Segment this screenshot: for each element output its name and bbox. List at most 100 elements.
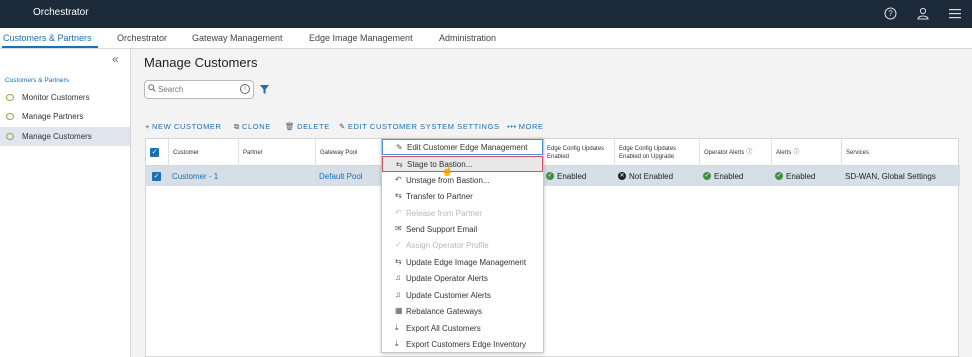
- sidebar-item-monitor-customers[interactable]: Monitor Customers: [0, 88, 130, 107]
- menu-item-label: Update Customer Alerts: [406, 290, 491, 300]
- operator-alerts-label: Operator Alerts: [704, 149, 745, 156]
- cell-customer-link[interactable]: Customer - 1: [168, 166, 238, 186]
- cell-edge-config: ✓ Enabled: [542, 166, 614, 186]
- customers-table: ✓ Customer Partner Gateway Pool Edge Con…: [145, 138, 960, 357]
- active-tab-indicator: [2, 46, 98, 48]
- menu-item-transfer-to-partner[interactable]: ⇆ Transfer to Partner: [382, 188, 543, 204]
- ellipsis-icon: •••: [507, 122, 517, 131]
- table-header: ✓ Customer Partner Gateway Pool Edge Con…: [146, 139, 960, 166]
- menu-item-edit-customer-edge-management[interactable]: ✎ Edit Customer Edge Management: [382, 139, 543, 155]
- menu-item-label: Update Edge Image Management: [406, 257, 527, 267]
- help-icon[interactable]: ?: [883, 6, 897, 20]
- check-circle-icon: ✓: [546, 172, 554, 180]
- menu-item-assign-operator-profile: ✓ Assign Operator Profile: [382, 237, 543, 253]
- more-button[interactable]: ••• MORE: [507, 122, 544, 131]
- header-customer[interactable]: Customer: [168, 139, 238, 166]
- sidebar-item-manage-partners[interactable]: Manage Partners: [0, 107, 130, 126]
- undo-icon: ↶: [395, 208, 402, 217]
- menu-item-update-customer-alerts[interactable]: ♫ Update Customer Alerts: [382, 287, 543, 303]
- tab-orchestrator[interactable]: Orchestrator: [117, 33, 167, 43]
- transfer-icon: ⇆: [396, 160, 403, 169]
- bell-icon: ♫: [395, 273, 401, 282]
- info-icon: ⓘ: [746, 149, 753, 156]
- download-icon: ⤓: [395, 339, 399, 348]
- cell-gateway-pool-link[interactable]: Default Pool: [315, 166, 380, 186]
- cell-alerts: ✓ Enabled: [771, 166, 841, 186]
- new-customer-label: NEW CUSTOMER: [151, 122, 222, 131]
- delete-button[interactable]: 🗑 DELETE: [285, 122, 330, 131]
- menu-item-export-customers-edge-inventory[interactable]: ⤓ Export Customers Edge Inventory: [382, 336, 543, 352]
- menu-item-label: Transfer to Partner: [406, 191, 473, 201]
- header-gateway-pool[interactable]: Gateway Pool: [315, 139, 380, 166]
- alerts-label: Alerts: [776, 149, 792, 156]
- header-partner[interactable]: Partner: [238, 139, 315, 166]
- top-bar: Orchestrator ?: [0, 0, 972, 28]
- main-content: Manage Customers i +NEW CUSTOMER ⧉CLONE …: [131, 49, 972, 357]
- menu-item-send-support-email[interactable]: ✉ Send Support Email: [382, 221, 543, 237]
- svg-text:?: ?: [888, 9, 893, 18]
- menu-item-rebalance-gateways[interactable]: ▦ Rebalance Gateways: [382, 303, 543, 319]
- menu-item-stage-to-bastion[interactable]: ⇆ Stage to Bastion...: [382, 156, 543, 172]
- app-title: Orchestrator: [33, 7, 89, 18]
- tab-edge-image-management[interactable]: Edge Image Management: [309, 33, 413, 43]
- table-row[interactable]: ✓ Customer - 1 Default Pool ✓ Enabled ✕ No…: [146, 166, 960, 186]
- info-icon: ⓘ: [793, 149, 800, 156]
- menu-item-unstage-from-bastion[interactable]: ↶ Unstage from Bastion...: [382, 172, 543, 188]
- top-nav: Customers & Partners Orchestrator Gatewa…: [0, 28, 972, 49]
- transfer-icon: ⇆: [395, 191, 402, 200]
- edge-config-upgrade-value: Not Enabled: [629, 171, 674, 181]
- collapse-sidebar-icon[interactable]: «: [112, 52, 119, 66]
- new-customer-button[interactable]: + NEW CUSTOMER: [145, 122, 222, 131]
- header-edge-config-upgrade[interactable]: Edge Config Updates Enabled on Upgrade: [614, 139, 699, 166]
- customers-icon: [6, 133, 14, 140]
- pencil-icon: ✎: [396, 143, 403, 152]
- info-icon[interactable]: i: [240, 84, 250, 94]
- delete-label: DELETE: [297, 122, 330, 131]
- menu-item-update-operator-alerts[interactable]: ♫ Update Operator Alerts: [382, 270, 543, 286]
- sidebar-item-label: Monitor Customers: [22, 93, 90, 102]
- sidebar-item-label: Manage Partners: [22, 112, 84, 121]
- header-services[interactable]: Services: [841, 139, 960, 166]
- search-icon: [148, 84, 156, 94]
- menu-item-label: Send Support Email: [406, 224, 478, 234]
- header-alerts[interactable]: Alerts ⓘ: [771, 139, 841, 166]
- menu-item-export-all-customers[interactable]: ⤓ Export All Customers: [382, 320, 543, 336]
- menu-item-release-from-partner: ↶ Release from Partner: [382, 205, 543, 221]
- more-actions-menu: ✎ Edit Customer Edge Management ⇆ Stage to…: [381, 138, 544, 353]
- filter-icon[interactable]: [260, 85, 269, 96]
- hand-cursor-icon: ☝: [441, 166, 454, 177]
- search-input[interactable]: [158, 83, 238, 96]
- menu-item-label: Export Customers Edge Inventory: [406, 339, 527, 349]
- cell-services: SD-WAN, Global Settings: [845, 171, 936, 181]
- menu-item-update-edge-image-management[interactable]: ⇆ Update Edge Image Management: [382, 254, 543, 270]
- user-icon[interactable]: [916, 6, 930, 20]
- check-icon: ✓: [395, 240, 402, 249]
- hamburger-menu-icon[interactable]: [948, 6, 962, 20]
- sidebar-section-title: Customers & Partners: [5, 77, 69, 84]
- clone-icon: ⧉: [234, 122, 240, 131]
- menu-item-label: Export All Customers: [406, 323, 481, 333]
- header-operator-alerts[interactable]: Operator Alerts ⓘ: [699, 139, 771, 166]
- customers-icon: [6, 94, 14, 101]
- pencil-icon: ✎: [339, 122, 346, 131]
- tab-administration[interactable]: Administration: [439, 33, 496, 43]
- cell-operator-alerts: ✓ Enabled: [699, 166, 771, 186]
- bell-icon: ♫: [395, 290, 401, 299]
- check-circle-icon: ✓: [703, 172, 711, 180]
- clone-label: CLONE: [241, 122, 271, 131]
- transfer-icon: ⇆: [395, 257, 402, 266]
- page-title: Manage Customers: [144, 55, 258, 70]
- sidebar-item-manage-customers[interactable]: Manage Customers: [0, 127, 130, 146]
- select-all-checkbox[interactable]: ✓: [150, 148, 159, 157]
- edge-config-value: Enabled: [557, 171, 587, 181]
- clone-button[interactable]: ⧉ CLONE: [234, 122, 271, 132]
- row-checkbox[interactable]: ✓: [152, 171, 161, 181]
- tab-gateway-management[interactable]: Gateway Management: [192, 33, 283, 43]
- plus-icon: +: [145, 122, 150, 131]
- mail-icon: ✉: [395, 224, 402, 233]
- header-edge-config-updates[interactable]: Edge Config Updates Enabled: [542, 139, 614, 166]
- search-box: i: [144, 80, 254, 99]
- edit-system-settings-button[interactable]: ✎ EDIT CUSTOMER SYSTEM SETTINGS: [339, 122, 500, 131]
- tab-customers-partners[interactable]: Customers & Partners: [3, 33, 92, 43]
- download-icon: ⤓: [395, 323, 399, 332]
